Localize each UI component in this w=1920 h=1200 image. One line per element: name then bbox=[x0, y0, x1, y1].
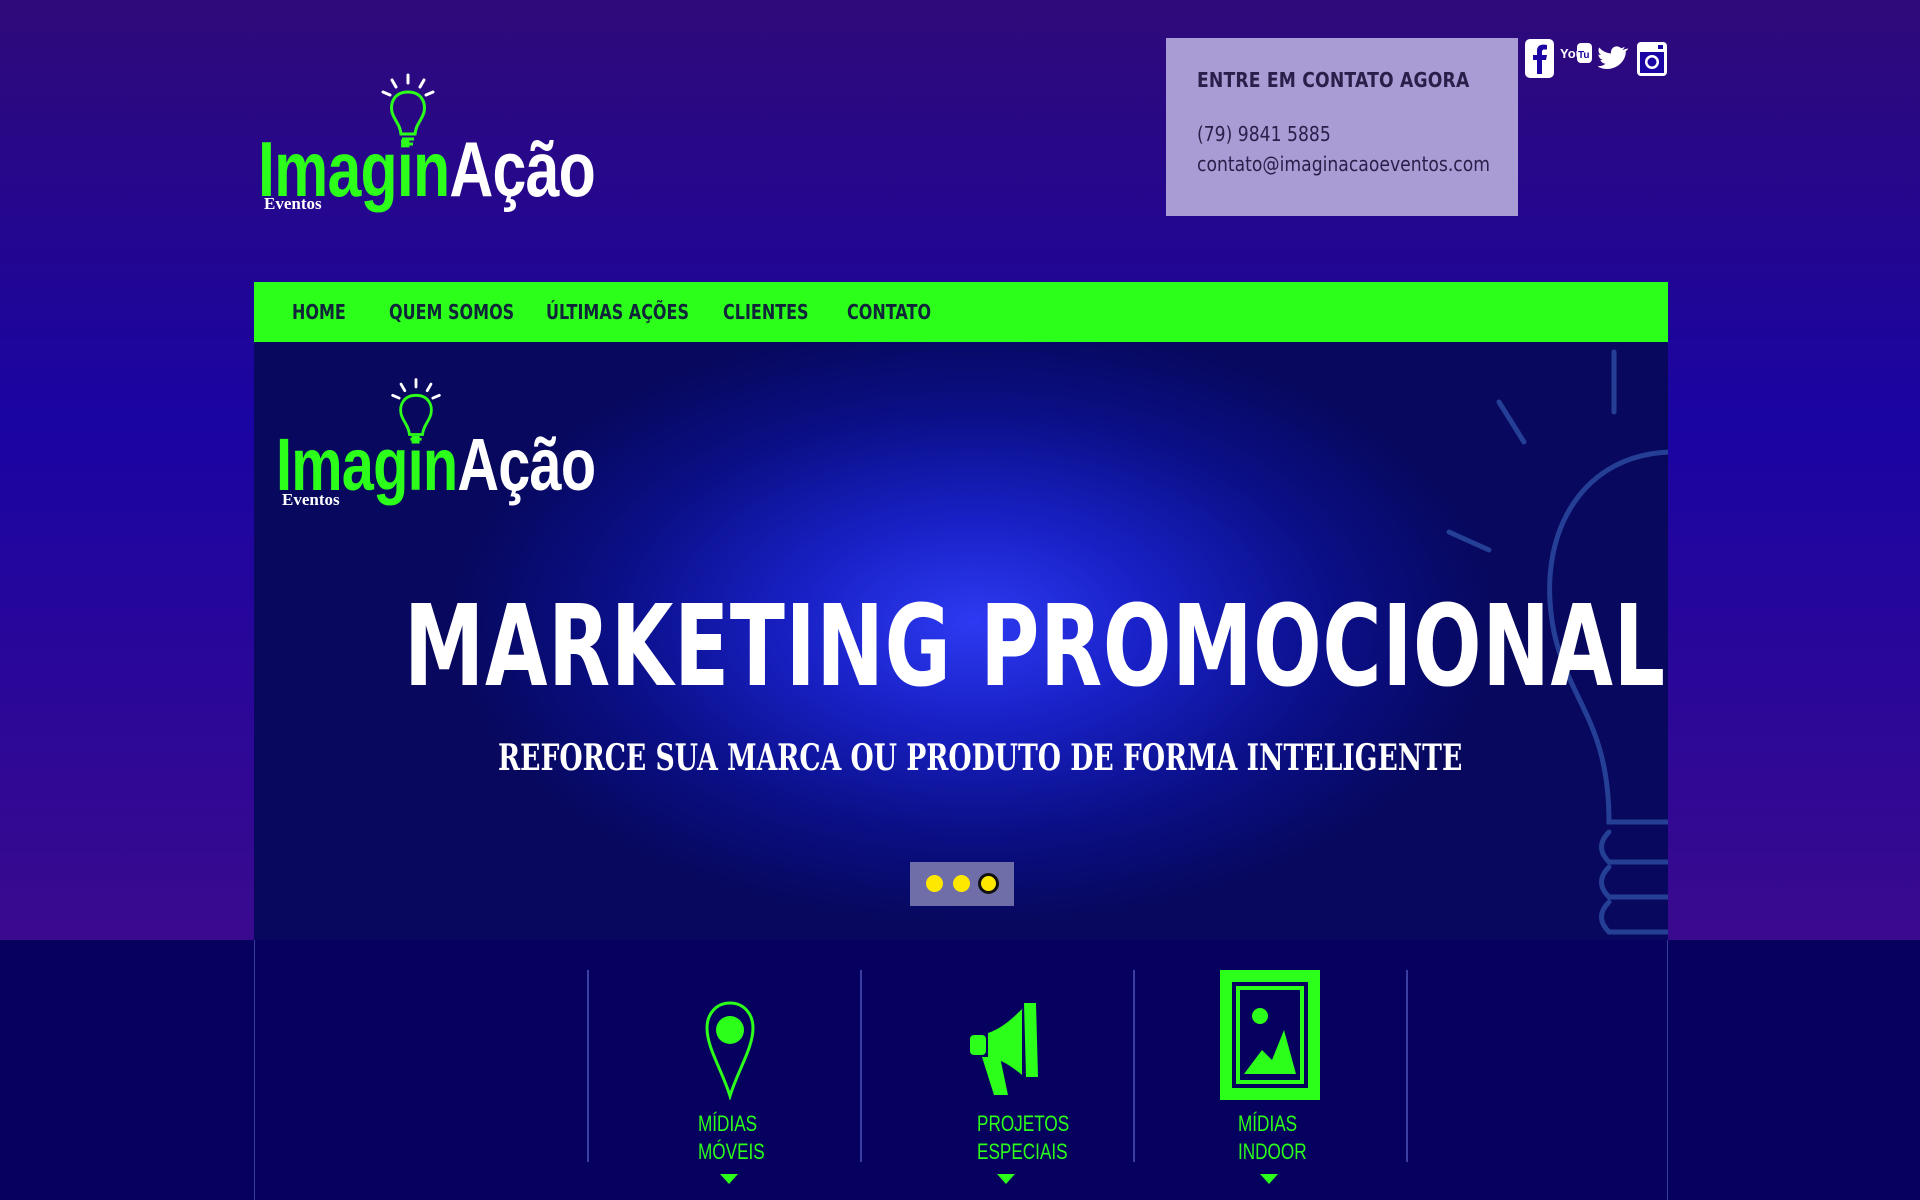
nav-item-ultimas-acoes[interactable]: ÚLTIMAS AÇÕES bbox=[546, 300, 689, 324]
chevron-down-icon bbox=[997, 1174, 1015, 1184]
chevron-down-icon bbox=[1260, 1174, 1278, 1184]
logo-word-white: Ação bbox=[449, 125, 596, 213]
youtube-icon[interactable]: You Tu bbox=[1560, 38, 1592, 78]
service-label-line1: MÍDIAS bbox=[698, 1111, 758, 1136]
slide-dot-2[interactable] bbox=[953, 875, 970, 892]
svg-text:Tu: Tu bbox=[1578, 50, 1589, 61]
hero-title: MARKETING PROMOCIONAL bbox=[404, 582, 1666, 712]
service-label: MÍDIAS MÓVEIS bbox=[698, 1110, 765, 1166]
instagram-icon[interactable] bbox=[1636, 38, 1668, 78]
twitter-icon[interactable] bbox=[1598, 38, 1630, 78]
slide-dot-1[interactable] bbox=[926, 875, 943, 892]
service-midias-indoor[interactable]: MÍDIAS INDOOR bbox=[1218, 968, 1328, 1190]
site-logo[interactable]: ImaginAção Eventos bbox=[258, 72, 596, 222]
service-label-line2: MÓVEIS bbox=[698, 1139, 765, 1164]
image-frame-icon bbox=[1220, 970, 1320, 1100]
contact-phone[interactable]: (79) 9841 5885 bbox=[1197, 122, 1331, 146]
divider bbox=[1406, 970, 1408, 1162]
service-label-line2: ESPECIAIS bbox=[977, 1139, 1068, 1164]
service-midias-moveis[interactable]: MÍDIAS MÓVEIS bbox=[690, 995, 810, 1190]
contact-title: ENTRE EM CONTATO AGORA bbox=[1197, 68, 1470, 92]
nav-item-home[interactable]: HOME bbox=[292, 300, 346, 324]
hero-logo: ImaginAção Eventos bbox=[276, 376, 596, 526]
services-section bbox=[254, 940, 1668, 1200]
hero-slider: ImaginAção Eventos MARKETING PROMOCIONAL… bbox=[254, 342, 1668, 940]
service-label-line1: MÍDIAS bbox=[1238, 1111, 1298, 1136]
megaphone-icon bbox=[970, 1003, 1038, 1095]
divider bbox=[860, 970, 862, 1162]
hero-subtitle: REFORCE SUA MARCA OU PRODUTO DE FORMA IN… bbox=[498, 737, 1463, 779]
slider-pagination bbox=[910, 862, 1014, 906]
hero-logo-word-white: Ação bbox=[457, 423, 596, 506]
service-label: PROJETOS ESPECIAIS bbox=[977, 1110, 1069, 1166]
nav-item-quem-somos[interactable]: QUEM SOMOS bbox=[389, 300, 514, 324]
service-label-line1: PROJETOS bbox=[977, 1111, 1070, 1136]
nav-item-clientes[interactable]: CLIENTES bbox=[723, 300, 809, 324]
chevron-down-icon bbox=[720, 1174, 738, 1184]
service-label-line2: INDOOR bbox=[1238, 1139, 1307, 1164]
divider bbox=[587, 970, 589, 1162]
hero-logo-subtitle: Eventos bbox=[282, 490, 340, 509]
divider bbox=[1133, 970, 1135, 1162]
nav-item-contato[interactable]: CONTATO bbox=[847, 300, 931, 324]
logo-subtitle: Eventos bbox=[264, 194, 322, 213]
slide-dot-3[interactable] bbox=[978, 873, 999, 894]
facebook-icon[interactable] bbox=[1524, 38, 1555, 78]
main-nav: HOME QUEM SOMOS ÚLTIMAS AÇÕES CLIENTES C… bbox=[254, 282, 1668, 342]
map-pin-icon bbox=[705, 1001, 755, 1100]
service-projetos-especiais[interactable]: PROJETOS ESPECIAIS bbox=[966, 995, 1096, 1190]
contact-box: ENTRE EM CONTATO AGORA (79) 9841 5885 co… bbox=[1166, 38, 1518, 216]
contact-email[interactable]: contato@imaginacaoeventos.com bbox=[1197, 152, 1490, 176]
service-label: MÍDIAS INDOOR bbox=[1238, 1110, 1307, 1166]
